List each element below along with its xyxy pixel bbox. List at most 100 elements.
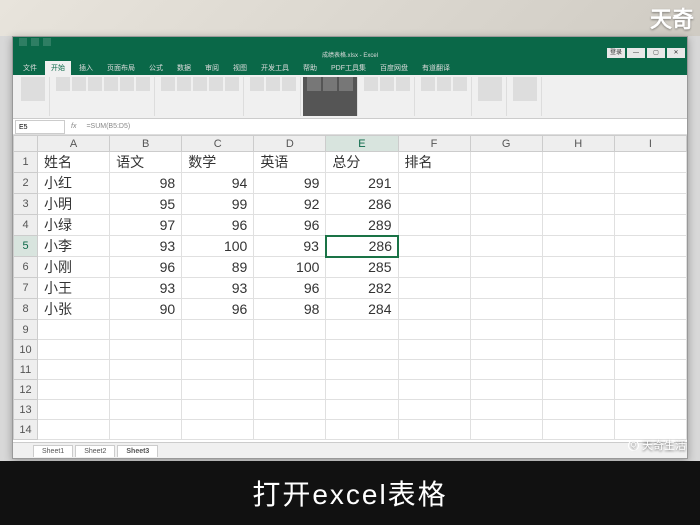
cell-A14[interactable]	[38, 420, 110, 440]
fill-color-icon[interactable]	[120, 77, 134, 91]
row-header-6[interactable]: 6	[14, 257, 38, 278]
column-header-I[interactable]: I	[614, 136, 686, 152]
italic-icon[interactable]	[72, 77, 86, 91]
cell-I7[interactable]	[614, 278, 686, 299]
cell-A11[interactable]	[38, 360, 110, 380]
column-header-A[interactable]: A	[38, 136, 110, 152]
cell-F1[interactable]: 排名	[398, 152, 470, 173]
cell-G8[interactable]	[470, 299, 542, 320]
cell-E4[interactable]: 289	[326, 215, 398, 236]
cell-C6[interactable]: 89	[182, 257, 254, 278]
cell-A6[interactable]: 小刚	[38, 257, 110, 278]
cell-I12[interactable]	[614, 380, 686, 400]
column-header-G[interactable]: G	[470, 136, 542, 152]
cell-B2[interactable]: 98	[110, 173, 182, 194]
row-header-14[interactable]: 14	[14, 420, 38, 440]
ribbon-tab-百度网盘[interactable]: 百度网盘	[374, 61, 414, 75]
cell-B6[interactable]: 96	[110, 257, 182, 278]
cell-B3[interactable]: 95	[110, 194, 182, 215]
cell-B11[interactable]	[110, 360, 182, 380]
ribbon-tab-有道翻译[interactable]: 有道翻译	[416, 61, 456, 75]
cell-B13[interactable]	[110, 400, 182, 420]
cell-E14[interactable]	[326, 420, 398, 440]
maximize-button[interactable]: ▢	[647, 48, 665, 58]
wrap-text-icon[interactable]	[209, 77, 223, 91]
cell-D1[interactable]: 英语	[254, 152, 326, 173]
row-header-7[interactable]: 7	[14, 278, 38, 299]
signin-button[interactable]: 登录	[607, 48, 625, 58]
cell-G14[interactable]	[470, 420, 542, 440]
sheet-tab-Sheet1[interactable]: Sheet1	[33, 445, 73, 457]
delete-icon[interactable]	[380, 77, 394, 91]
cell-B5[interactable]: 93	[110, 236, 182, 257]
cell-A4[interactable]: 小绿	[38, 215, 110, 236]
cell-B14[interactable]	[110, 420, 182, 440]
column-header-E[interactable]: E	[326, 136, 398, 152]
cell-A13[interactable]	[38, 400, 110, 420]
column-header-B[interactable]: B	[110, 136, 182, 152]
cell-F8[interactable]	[398, 299, 470, 320]
cell-D9[interactable]	[254, 320, 326, 340]
merge-icon[interactable]	[225, 77, 239, 91]
cell-F4[interactable]	[398, 215, 470, 236]
ribbon-tab-审阅[interactable]: 审阅	[199, 61, 225, 75]
cell-D11[interactable]	[254, 360, 326, 380]
column-header-D[interactable]: D	[254, 136, 326, 152]
cell-E5[interactable]: 286	[326, 236, 398, 257]
cell-F6[interactable]	[398, 257, 470, 278]
cell-A1[interactable]: 姓名	[38, 152, 110, 173]
cell-C2[interactable]: 94	[182, 173, 254, 194]
cell-E6[interactable]: 285	[326, 257, 398, 278]
cell-H14[interactable]	[542, 420, 614, 440]
row-header-5[interactable]: 5	[14, 236, 38, 257]
sheet-tab-Sheet2[interactable]: Sheet2	[75, 445, 115, 457]
cell-D2[interactable]: 99	[254, 173, 326, 194]
cell-H11[interactable]	[542, 360, 614, 380]
cell-F10[interactable]	[398, 340, 470, 360]
cell-styles-icon[interactable]	[339, 77, 353, 91]
cell-H5[interactable]	[542, 236, 614, 257]
ribbon-tab-视图[interactable]: 视图	[227, 61, 253, 75]
cell-E8[interactable]: 284	[326, 299, 398, 320]
column-header-H[interactable]: H	[542, 136, 614, 152]
cell-B1[interactable]: 语文	[110, 152, 182, 173]
ribbon-tab-数据[interactable]: 数据	[171, 61, 197, 75]
cell-G1[interactable]	[470, 152, 542, 173]
cell-I8[interactable]	[614, 299, 686, 320]
ribbon-tab-开始[interactable]: 开始	[45, 61, 71, 75]
row-header-12[interactable]: 12	[14, 380, 38, 400]
cell-I9[interactable]	[614, 320, 686, 340]
name-box[interactable]: E5	[15, 120, 65, 134]
cell-G3[interactable]	[470, 194, 542, 215]
cell-E3[interactable]: 286	[326, 194, 398, 215]
find-icon[interactable]	[453, 77, 467, 91]
cell-G7[interactable]	[470, 278, 542, 299]
column-header-F[interactable]: F	[398, 136, 470, 152]
cell-D8[interactable]: 98	[254, 299, 326, 320]
paste-icon[interactable]	[21, 77, 45, 101]
cell-I4[interactable]	[614, 215, 686, 236]
row-header-13[interactable]: 13	[14, 400, 38, 420]
cell-D7[interactable]: 96	[254, 278, 326, 299]
conditional-format-icon[interactable]	[307, 77, 321, 91]
cell-C8[interactable]: 96	[182, 299, 254, 320]
cell-H12[interactable]	[542, 380, 614, 400]
cell-D14[interactable]	[254, 420, 326, 440]
cell-A12[interactable]	[38, 380, 110, 400]
cell-G11[interactable]	[470, 360, 542, 380]
cell-H9[interactable]	[542, 320, 614, 340]
cell-H2[interactable]	[542, 173, 614, 194]
cell-C3[interactable]: 99	[182, 194, 254, 215]
cell-I13[interactable]	[614, 400, 686, 420]
select-all-corner[interactable]	[14, 136, 38, 152]
cell-C11[interactable]	[182, 360, 254, 380]
ribbon-tab-页面布局[interactable]: 页面布局	[101, 61, 141, 75]
row-header-8[interactable]: 8	[14, 299, 38, 320]
font-color-icon[interactable]	[136, 77, 150, 91]
row-header-2[interactable]: 2	[14, 173, 38, 194]
cell-F7[interactable]	[398, 278, 470, 299]
cell-D12[interactable]	[254, 380, 326, 400]
cell-H13[interactable]	[542, 400, 614, 420]
cell-D3[interactable]: 92	[254, 194, 326, 215]
cell-G5[interactable]	[470, 236, 542, 257]
